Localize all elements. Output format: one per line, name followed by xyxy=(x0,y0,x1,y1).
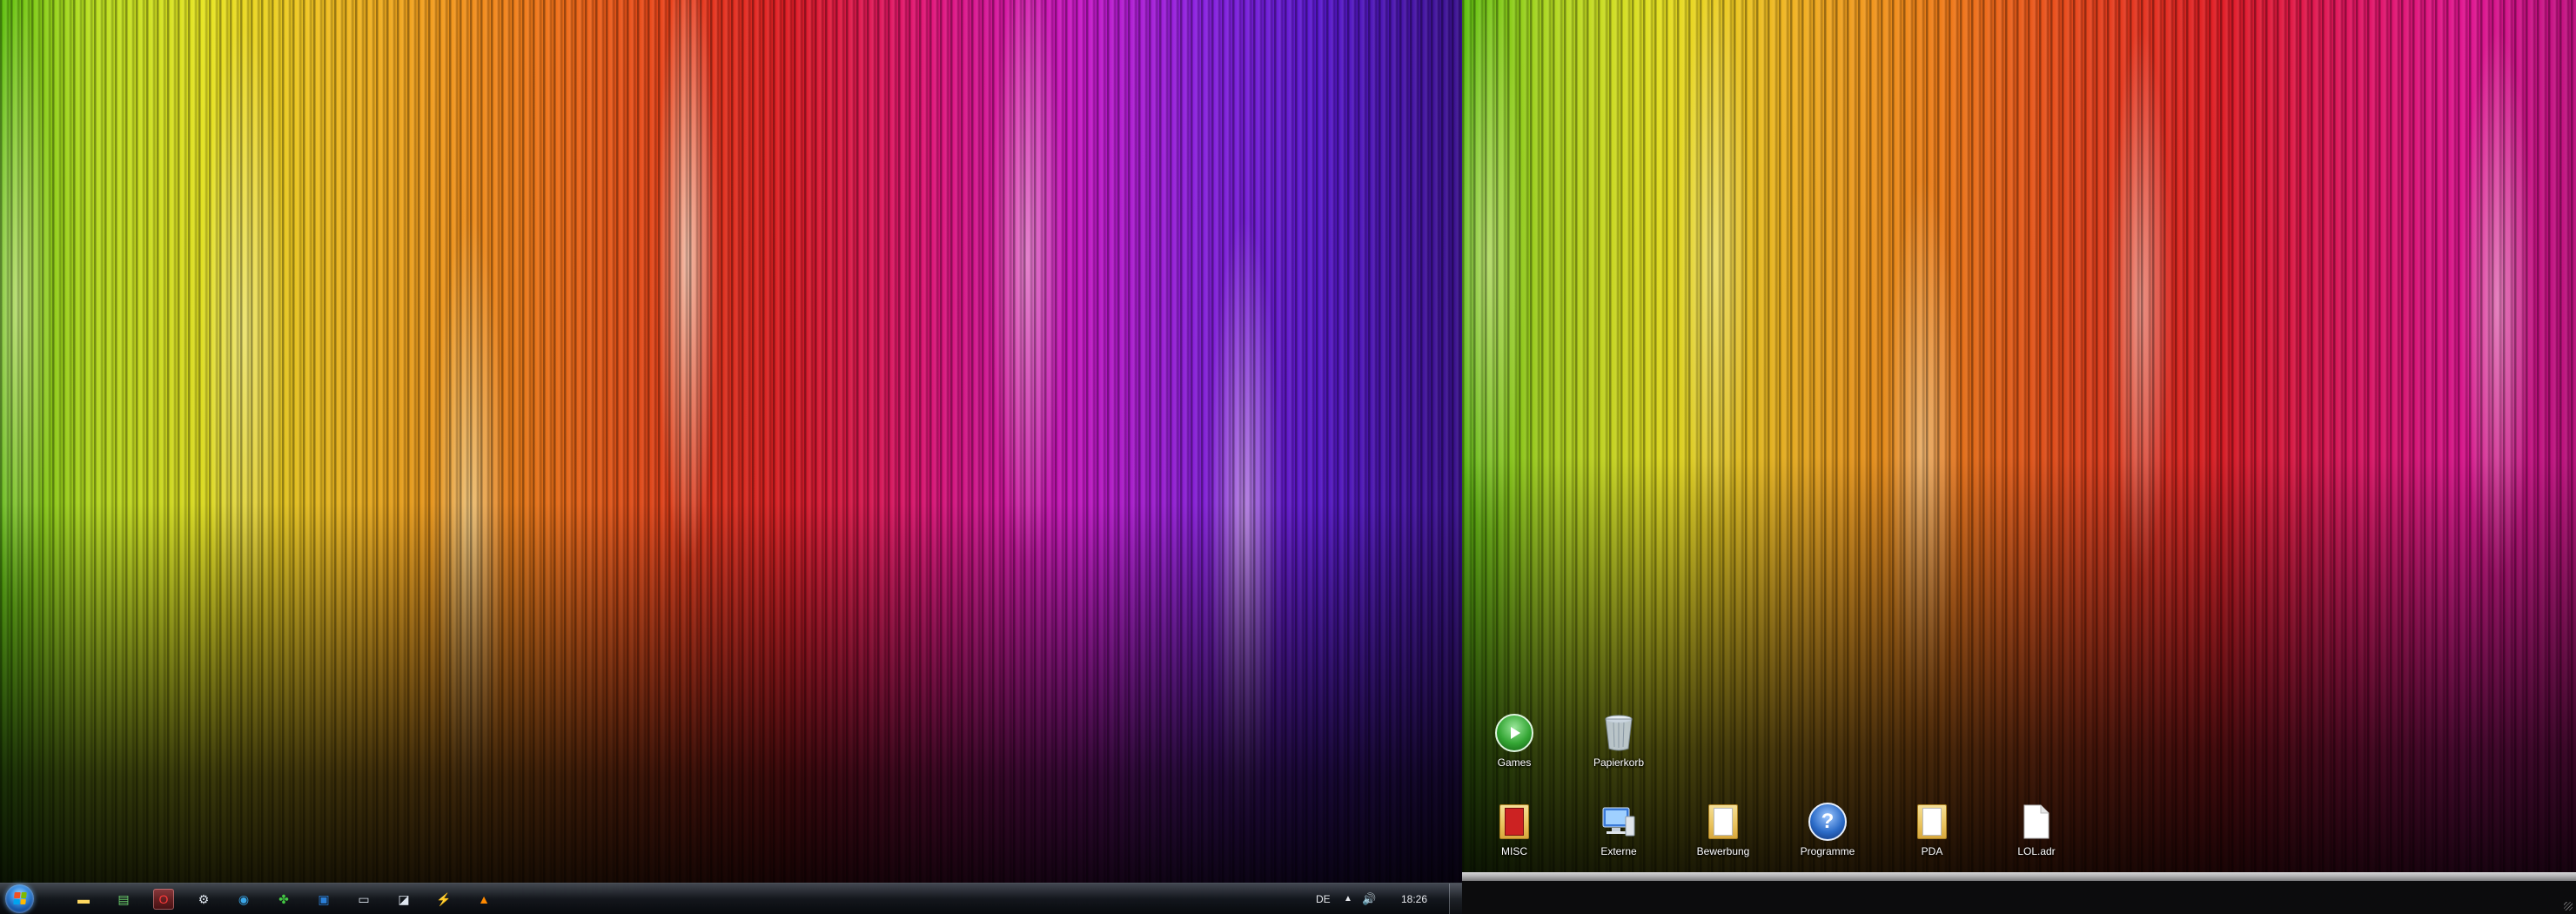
skype-icon[interactable]: ◉ xyxy=(233,889,254,910)
language-indicator[interactable]: DE xyxy=(1316,884,1331,914)
tool-app-icon[interactable]: ◪ xyxy=(393,889,414,910)
network-computer-icon xyxy=(1598,801,1640,843)
file-icon xyxy=(2016,801,2057,843)
desktop-icon-label: Bewerbung xyxy=(1696,845,1750,857)
show-hidden-icons-icon[interactable]: ▲ xyxy=(1344,884,1352,914)
desktop-icon-label: MISC xyxy=(1501,845,1527,857)
opera-icon[interactable]: O xyxy=(153,889,174,910)
explorer-icon[interactable]: ▬ xyxy=(73,889,94,910)
vlc-glyph: ▲ xyxy=(478,892,490,906)
desktop-icon-label: Programme xyxy=(1800,845,1855,857)
recycle-bin-icon xyxy=(1598,712,1640,754)
folder-icon xyxy=(1702,801,1744,843)
desktop-icon-games[interactable]: Games xyxy=(1479,712,1549,782)
lightning-app-icon[interactable]: ⚡ xyxy=(433,889,454,910)
document-app-icon[interactable]: ▣ xyxy=(313,889,334,910)
skype-glyph: ◉ xyxy=(238,891,250,906)
desktop-icon-label: PDA xyxy=(1921,845,1943,857)
folder-icon xyxy=(1911,801,1953,843)
steam-icon[interactable]: ⚙ xyxy=(193,889,214,910)
opera-glyph: O xyxy=(158,892,169,906)
help-icon: ? xyxy=(1807,801,1848,843)
explorer-glyph: ▬ xyxy=(77,892,90,906)
green-app-glyph: ▤ xyxy=(117,891,130,906)
window-app-glyph: ▭ xyxy=(358,891,370,906)
play-icon xyxy=(1493,712,1535,754)
taskbar: ▬ ▤ O ⚙ ◉ ✤ ▣ ▭ ◪ ⚡ ▲ DE ▲ 🔊 18:26 xyxy=(0,883,1462,914)
desktop-icon-pda[interactable]: PDA xyxy=(1897,801,1967,870)
clover-icon[interactable]: ✤ xyxy=(273,889,294,910)
desktop-icon-label: Externe xyxy=(1600,845,1637,857)
vlc-icon[interactable]: ▲ xyxy=(473,889,494,910)
windows-logo-icon xyxy=(13,892,27,904)
desktop-icon-label: Games xyxy=(1497,756,1532,769)
volume-icon[interactable]: 🔊 xyxy=(1362,884,1376,914)
window-app-icon[interactable]: ▭ xyxy=(353,889,374,910)
desktop-icon-papierkorb[interactable]: Papierkorb xyxy=(1584,712,1654,782)
desktop-icon-externe[interactable]: Externe xyxy=(1584,801,1654,870)
desktop-icon-lol-adr[interactable]: LOL.adr xyxy=(2002,801,2071,870)
desktop-icon-label: Papierkorb xyxy=(1593,756,1645,769)
lightning-app-glyph: ⚡ xyxy=(436,891,452,906)
show-desktop-button[interactable] xyxy=(1449,884,1462,914)
left-monitor-desktop: ▬ ▤ O ⚙ ◉ ✤ ▣ ▭ ◪ ⚡ ▲ DE ▲ 🔊 18:26 xyxy=(0,0,1462,914)
rainbow-wallpaper xyxy=(0,0,1462,914)
steam-glyph: ⚙ xyxy=(198,891,210,906)
desktop-icon-label: LOL.adr xyxy=(2017,845,2056,857)
right-monitor-desktop: Games Papierkorb MISC Externe Bewerbung? Prog… xyxy=(1462,0,2576,914)
desktop-icon-bewerbung[interactable]: Bewerbung xyxy=(1688,801,1758,870)
desktop-icon-misc[interactable]: MISC xyxy=(1479,801,1549,870)
secondary-taskbar xyxy=(1462,872,2576,914)
green-app-icon[interactable]: ▤ xyxy=(113,889,134,910)
taskbar-strip xyxy=(1462,872,2576,881)
document-app-glyph: ▣ xyxy=(318,891,330,906)
desktop-icon-programme[interactable]: ? Programme xyxy=(1793,801,1862,870)
start-button[interactable] xyxy=(5,884,34,913)
system-clock[interactable]: 18:26 xyxy=(1401,884,1427,914)
tool-app-glyph: ◪ xyxy=(398,891,410,906)
resize-grip-icon[interactable] xyxy=(2564,902,2573,911)
folder-icon xyxy=(1493,801,1535,843)
clover-glyph: ✤ xyxy=(278,891,289,906)
